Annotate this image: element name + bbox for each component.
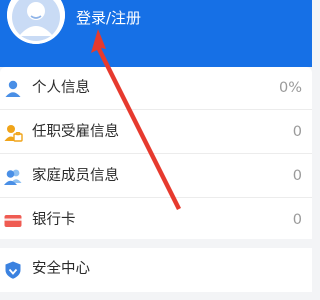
list-item-personal-info[interactable]: 个人信息 0% [0,67,312,110]
avatar[interactable] [7,0,65,44]
list-item-value: 0 [292,124,302,140]
bank-card-icon [3,211,23,231]
person-icon [3,79,23,99]
divider [0,197,312,198]
list-item-label: 个人信息 [32,80,90,96]
divider [0,109,312,110]
security-card: 安全中心 [0,248,312,292]
header-bar: 登录/注册 [0,0,312,67]
list-item-bank-card[interactable]: 银行卡 0 [0,199,312,242]
family-icon [3,167,23,187]
list-item-label: 银行卡 [32,212,76,228]
list-item-security-center[interactable]: 安全中心 [0,248,312,291]
list-item-value: 0% [278,80,302,96]
list-item-family-info[interactable]: 家庭成员信息 0 [0,155,312,198]
list-item-label: 任职受雇信息 [32,124,119,140]
employment-icon [3,123,23,143]
login-register-link[interactable]: 登录/注册 [76,9,141,27]
user-avatar-icon [7,0,65,44]
list-item-label: 家庭成员信息 [32,168,119,184]
info-card: 个人信息 0% 任职受雇信息 0 家庭成员信息 0 银行卡 0 [0,67,312,239]
divider [0,153,312,154]
list-item-employment-info[interactable]: 任职受雇信息 0 [0,111,312,154]
list-item-value: 0 [292,168,302,184]
list-item-label: 安全中心 [32,261,90,277]
list-item-value: 0 [292,212,302,228]
shield-icon [3,260,23,280]
